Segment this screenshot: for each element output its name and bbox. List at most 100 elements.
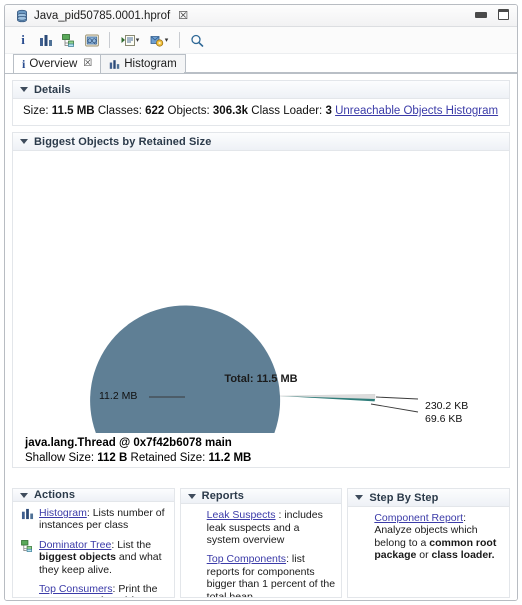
pie-total-label: Total: 11.5 MB (224, 373, 298, 385)
heap-dump-icon (17, 9, 27, 22)
collapse-twisty-icon[interactable] (20, 139, 28, 144)
overview-content: Details Size: 11.5 MB Classes: 622 Objec… (5, 74, 517, 600)
details-section: Details Size: 11.5 MB Classes: 622 Objec… (12, 80, 510, 126)
query-browser-button[interactable]: ▾ (117, 30, 143, 50)
pie-label-second: 230.2 KB (425, 400, 469, 412)
leader-line-third (370, 403, 419, 413)
biggest-objects-section-title: Biggest Objects by Retained Size (34, 135, 212, 148)
entry-desc-2: or (416, 549, 432, 562)
actions-panel: Actions Histogram: Lists number of insta… (12, 488, 175, 598)
top-consumers-link[interactable]: Top Consumers (39, 583, 113, 595)
step-by-step-panel-title: Step By Step (369, 491, 439, 504)
histogram-link[interactable]: Histogram (39, 507, 87, 519)
list-item[interactable]: Top Consumers: Print the most expensive … (21, 583, 168, 597)
minimize-button[interactable] (475, 11, 487, 18)
list-item[interactable]: Dominator Tree: List the biggest objects… (21, 539, 168, 576)
pie-label-main: 11.2 MB (99, 390, 138, 402)
biggest-objects-section: Biggest Objects by Retained Size 11.2 MB (12, 132, 510, 468)
biggest-objects-section-header[interactable]: Biggest Objects by Retained Size (13, 133, 509, 151)
histogram-icon (40, 34, 52, 46)
chevron-down-icon[interactable]: ▾ (136, 36, 140, 44)
entry-text: Dominator Tree: List the biggest objects… (39, 539, 168, 576)
search-icon (191, 34, 204, 47)
selected-object-sizes: Shallow Size: 112 B Retained Size: 11.2 … (25, 452, 497, 464)
open-query-browser-icon (121, 34, 135, 46)
shallow-size-label: Shallow Size: (25, 452, 95, 464)
maximize-button[interactable] (498, 9, 509, 20)
details-section-body: Size: 11.5 MB Classes: 622 Objects: 306.… (13, 99, 509, 125)
entry-text: Top Components: list reports for compone… (207, 553, 336, 597)
application-window: Java_pid50785.0001.hprof ☒ i OQ ▾ ▾ i Ov… (4, 4, 518, 601)
pie-slice-main[interactable] (90, 305, 281, 433)
tab-close-icon[interactable]: ☒ (83, 59, 92, 69)
toolbar-separator-2 (179, 32, 180, 48)
tab-histogram[interactable]: Histogram (100, 54, 186, 73)
collapse-twisty-icon[interactable] (355, 495, 364, 500)
objects-value: 306.3k (212, 105, 249, 117)
dominator-tree-icon (21, 539, 35, 576)
collapse-twisty-icon[interactable] (20, 492, 28, 498)
top-components-link[interactable]: Top Components (207, 553, 286, 565)
entry-text: Component Report: Analyze objects which … (374, 512, 503, 562)
details-summary-line: Size: 11.5 MB Classes: 622 Objects: 306.… (23, 105, 499, 117)
step-by-step-panel-body: Component Report: Analyze objects which … (348, 507, 509, 573)
svg-text:OQ: OQ (87, 39, 97, 45)
window-title: Java_pid50785.0001.hprof (34, 9, 171, 22)
collapse-twisty-icon[interactable] (187, 493, 196, 499)
histogram-icon (21, 507, 35, 532)
oql-button[interactable]: OQ (82, 30, 102, 50)
run-expert-system-button[interactable]: ▾ (146, 30, 172, 50)
expert-system-icon (150, 35, 163, 47)
reports-panel-header[interactable]: Reports (180, 489, 342, 505)
collapse-twisty-icon[interactable] (20, 87, 28, 92)
retained-size-label: Retained Size: (130, 452, 206, 464)
spacer-icon (356, 512, 370, 562)
size-label: Size: (23, 105, 49, 117)
actions-panel-title: Actions (34, 489, 76, 501)
main-toolbar: i OQ ▾ ▾ (5, 27, 517, 54)
selected-object-info: java.lang.Thread @ 0x7f42b6078 main Shal… (13, 433, 509, 464)
actions-panel-header[interactable]: Actions (13, 489, 174, 502)
list-item[interactable]: Histogram: Lists number of instances per… (21, 507, 168, 532)
entry-separator: : (275, 509, 285, 522)
dominator-tree-link[interactable]: Dominator Tree (39, 539, 111, 551)
classes-value: 622 (145, 105, 165, 117)
actions-panel-body: Histogram: Lists number of instances per… (13, 502, 174, 597)
tabstrip-filler (183, 53, 517, 73)
tab-overview[interactable]: i Overview ☒ (13, 54, 102, 73)
histogram-button[interactable] (36, 30, 56, 50)
view-tabstrip: i Overview ☒ Histogram (5, 54, 517, 74)
editor-tab-hprof[interactable]: Java_pid50785.0001.hprof ☒ (11, 7, 194, 25)
window-titlebar: Java_pid50785.0001.hprof ☒ (5, 5, 517, 27)
entry-desc-bold: biggest objects (39, 551, 117, 564)
find-object-button[interactable] (187, 30, 207, 50)
reports-panel-title: Reports (201, 490, 244, 503)
step-by-step-panel-header[interactable]: Step By Step (348, 489, 510, 507)
close-icon[interactable]: ☒ (178, 10, 188, 21)
histogram-icon (110, 59, 120, 69)
classloader-label: Class Loader: (251, 105, 323, 117)
leak-suspects-link[interactable]: Leak Suspects (207, 509, 276, 521)
step-by-step-panel: Step By Step Component Report: Analyze o… (347, 488, 511, 598)
spacer-icon (189, 509, 203, 546)
overview-info-button[interactable]: i (13, 30, 33, 50)
window-controls (475, 9, 509, 20)
component-report-link[interactable]: Component Report (374, 512, 463, 524)
entry-desc-bold: expensive objects (65, 595, 155, 597)
shallow-size-value: 112 B (97, 452, 128, 464)
retained-size-value: 11.2 MB (208, 452, 252, 464)
entry-text: Histogram: Lists number of instances per… (39, 507, 168, 532)
unreachable-objects-histogram-link[interactable]: Unreachable Objects Histogram (335, 105, 498, 117)
classloader-value: 3 (325, 105, 332, 117)
retained-size-pie-chart[interactable]: 11.2 MB 230.2 KB 69.6 KB Total: 11.5 MB (13, 151, 509, 433)
chevron-down-icon[interactable]: ▾ (165, 36, 169, 44)
list-item[interactable]: Top Components: list reports for compone… (189, 553, 336, 597)
details-section-title: Details (34, 83, 71, 96)
list-item[interactable]: Leak Suspects : includes leak suspects a… (189, 509, 336, 546)
details-section-header[interactable]: Details (13, 81, 509, 99)
objects-label: Objects: (167, 105, 210, 117)
dominator-tree-button[interactable] (59, 30, 79, 50)
list-item[interactable]: Component Report: Analyze objects which … (356, 512, 503, 562)
reports-panel-body: Leak Suspects : includes leak suspects a… (181, 504, 342, 597)
size-value: 11.5 MB (51, 105, 95, 117)
